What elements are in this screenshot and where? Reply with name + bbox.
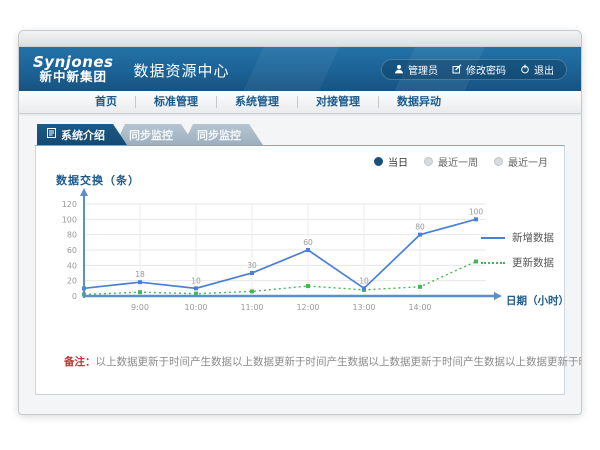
tab-system-intro[interactable]: 系统介绍 — [37, 124, 127, 145]
svg-text:20: 20 — [67, 277, 77, 286]
svg-text:100: 100 — [62, 215, 77, 224]
radio-unselected-icon — [494, 157, 503, 166]
app-window: Synjones 新中新集团 数据资源中心 管理员 修改密码 退出 — [18, 30, 582, 415]
svg-text:11:00: 11:00 — [240, 303, 263, 312]
time-range-filter: 当日 最近一周 最近一月 — [374, 154, 548, 169]
edit-icon — [452, 64, 462, 74]
window-chrome-strip — [19, 31, 581, 47]
footnote: 备注：以上数据更新于时间产生数据以上数据更新于时间产生数据以上数据更新于时间产生… — [64, 354, 582, 369]
brand-logo[interactable]: Synjones 新中新集团 — [33, 55, 114, 84]
app-header: Synjones 新中新集团 数据资源中心 管理员 修改密码 退出 — [19, 47, 581, 91]
tab-label: 同步监控 — [197, 127, 241, 143]
nav-item-system-mgmt[interactable]: 系统管理 — [217, 91, 297, 113]
footnote-prefix: 备注： — [64, 356, 96, 368]
chart-legend: 新增数据 更新数据 — [481, 230, 554, 270]
legend-label: 更新数据 — [512, 255, 554, 270]
nav-item-standard-mgmt[interactable]: 标准管理 — [136, 91, 216, 113]
main-nav: 首页 标准管理 系统管理 对接管理 数据异动 — [19, 91, 581, 114]
user-icon — [394, 64, 404, 74]
user-menu-label: 退出 — [534, 62, 554, 77]
svg-text:10: 10 — [191, 276, 201, 285]
brand-logo-en: Synjones — [33, 55, 114, 71]
user-menu: 管理员 修改密码 退出 — [381, 59, 567, 80]
nav-item-home[interactable]: 首页 — [77, 91, 135, 113]
svg-text:100: 100 — [469, 207, 484, 216]
svg-text:120: 120 — [62, 200, 77, 209]
user-menu-label: 修改密码 — [466, 62, 506, 77]
radio-label: 最近一月 — [508, 154, 548, 169]
chart-panel: 当日 最近一周 最近一月 数据交换（条） 1810306010801000204… — [35, 145, 565, 395]
tab-label: 系统介绍 — [61, 127, 105, 143]
svg-text:日期（小时）: 日期（小时） — [506, 294, 566, 307]
document-icon — [47, 128, 56, 141]
nav-item-interface-mgmt[interactable]: 对接管理 — [298, 91, 378, 113]
change-password-button[interactable]: 修改密码 — [452, 62, 506, 77]
svg-text:18: 18 — [135, 270, 145, 279]
svg-text:9:00: 9:00 — [131, 303, 149, 312]
brand-logo-cn: 新中新集团 — [39, 70, 107, 83]
svg-text:12:00: 12:00 — [296, 303, 319, 312]
radio-label: 当日 — [388, 154, 408, 169]
svg-text:30: 30 — [247, 261, 257, 270]
legend-label: 新增数据 — [512, 230, 554, 245]
svg-text:10:00: 10:00 — [184, 303, 207, 312]
svg-text:13:00: 13:00 — [352, 303, 375, 312]
current-user-button[interactable]: 管理员 — [394, 62, 438, 77]
svg-text:80: 80 — [67, 231, 77, 240]
svg-text:60: 60 — [67, 246, 77, 255]
page-title: 数据资源中心 — [134, 58, 230, 81]
power-icon — [520, 64, 530, 74]
tab-bar: 系统介绍 同步监控 同步监控 — [37, 124, 565, 145]
user-menu-label: 管理员 — [408, 62, 438, 77]
content-area: 系统介绍 同步监控 同步监控 当日 最近一周 — [19, 114, 581, 415]
radio-last-week[interactable]: 最近一周 — [424, 154, 478, 169]
legend-item-update-data: 更新数据 — [481, 255, 554, 270]
tab-label: 同步监控 — [129, 127, 173, 143]
radio-today[interactable]: 当日 — [374, 154, 408, 169]
legend-item-new-data: 新增数据 — [481, 230, 554, 245]
svg-text:0: 0 — [72, 292, 77, 301]
radio-label: 最近一周 — [438, 154, 478, 169]
solid-line-swatch-icon — [481, 237, 505, 239]
radio-unselected-icon — [424, 157, 433, 166]
svg-text:10: 10 — [359, 276, 369, 285]
tab-sync-monitor-1[interactable]: 同步监控 — [115, 124, 195, 145]
radio-last-month[interactable]: 最近一月 — [494, 154, 548, 169]
svg-text:80: 80 — [415, 223, 425, 232]
logout-button[interactable]: 退出 — [520, 62, 554, 77]
svg-text:60: 60 — [303, 238, 313, 247]
radio-selected-icon — [374, 157, 383, 166]
tab-sync-monitor-2[interactable]: 同步监控 — [183, 124, 263, 145]
footnote-text: 以上数据更新于时间产生数据以上数据更新于时间产生数据以上数据更新于时间产生数据以… — [96, 356, 583, 368]
dotted-line-swatch-icon — [481, 262, 505, 264]
svg-text:14:00: 14:00 — [408, 303, 431, 312]
svg-text:40: 40 — [67, 261, 77, 270]
nav-item-data-change[interactable]: 数据异动 — [379, 91, 459, 113]
